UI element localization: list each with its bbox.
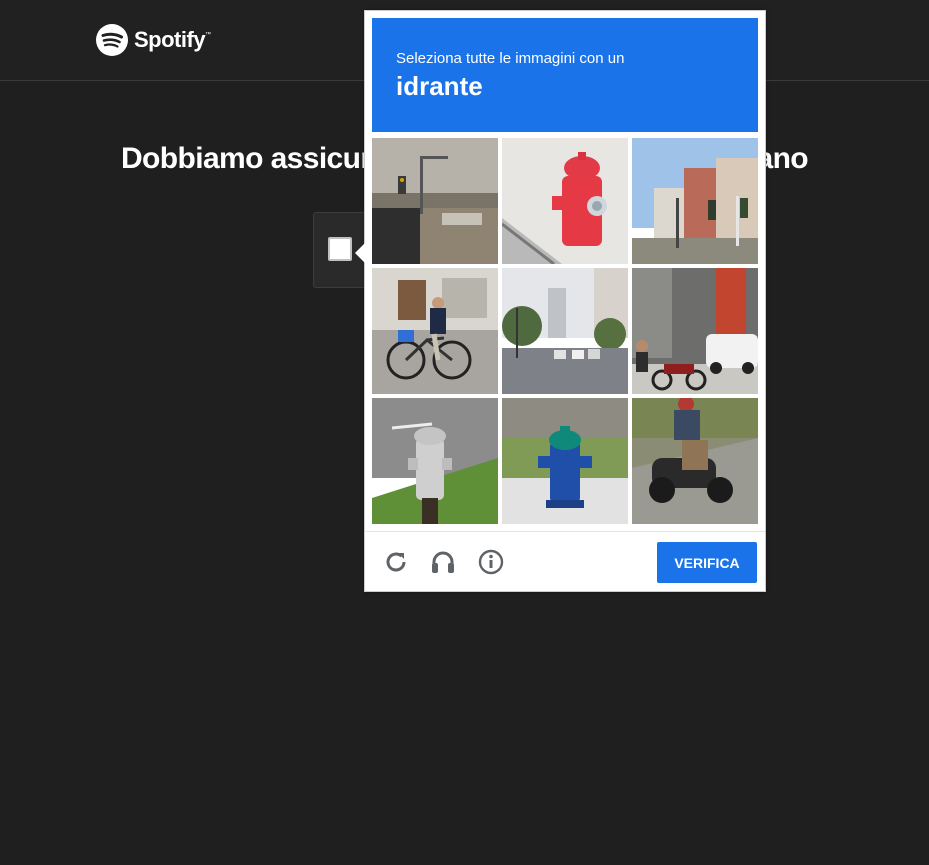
captcha-tile[interactable] bbox=[502, 268, 628, 394]
scooter-rider-image bbox=[632, 398, 758, 524]
info-icon[interactable] bbox=[478, 549, 504, 575]
city-street-image bbox=[502, 268, 628, 394]
captcha-tile[interactable] bbox=[632, 268, 758, 394]
trademark: ™ bbox=[205, 32, 212, 38]
brand-name: Spotify bbox=[134, 27, 206, 52]
spotify-logo[interactable]: Spotify ™ bbox=[96, 24, 211, 56]
silver-hydrant-image bbox=[372, 398, 498, 524]
verify-button[interactable]: VERIFICA bbox=[657, 542, 757, 583]
motorcycle-street-image bbox=[632, 268, 758, 394]
cyclist-image bbox=[372, 268, 498, 394]
captcha-keyword: idrante bbox=[396, 71, 483, 101]
traffic-light-image bbox=[372, 138, 498, 264]
captcha-header: Seleziona tutte le immagini con un idran… bbox=[372, 18, 758, 132]
captcha-tile[interactable] bbox=[502, 398, 628, 524]
red-hydrant-image bbox=[502, 138, 628, 264]
recaptcha-checkbox[interactable] bbox=[328, 237, 352, 261]
spotify-icon bbox=[96, 24, 128, 56]
captcha-pointer bbox=[355, 243, 365, 263]
captcha-tile[interactable] bbox=[632, 398, 758, 524]
blue-hydrant-image bbox=[502, 398, 628, 524]
captcha-instruction: Seleziona tutte le immagini con un bbox=[396, 50, 625, 67]
captcha-tile[interactable] bbox=[372, 398, 498, 524]
reload-icon[interactable] bbox=[383, 549, 409, 575]
captcha-tile[interactable] bbox=[372, 268, 498, 394]
captcha-image-grid bbox=[372, 138, 758, 524]
headphones-icon[interactable] bbox=[430, 549, 456, 575]
captcha-tile[interactable] bbox=[502, 138, 628, 264]
captcha-tile[interactable] bbox=[632, 138, 758, 264]
captcha-tile[interactable] bbox=[372, 138, 498, 264]
captcha-footer: VERIFICA bbox=[365, 531, 765, 592]
captcha-challenge: Seleziona tutte le immagini con un idran… bbox=[355, 10, 766, 592]
city-traffic-light-image bbox=[632, 138, 758, 264]
